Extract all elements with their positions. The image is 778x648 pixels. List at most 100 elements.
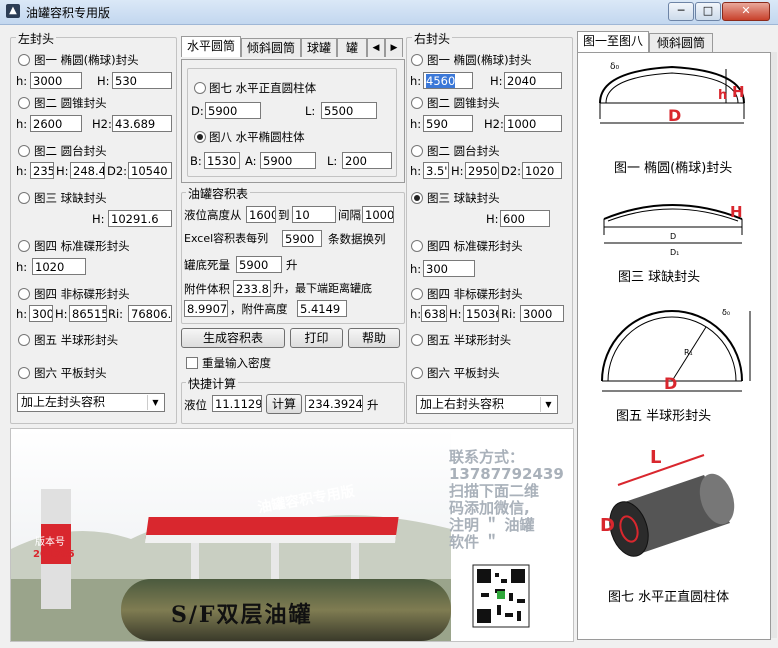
right-opt3-H-input[interactable]: 2950 — [465, 162, 499, 179]
opt8-A-input[interactable]: 5900 — [260, 152, 316, 169]
right-opt7-radio[interactable] — [411, 334, 423, 346]
bottom-dead-label: 罐底死量 — [184, 258, 230, 272]
tab-more[interactable]: 罐 — [337, 38, 367, 57]
right-opt2-H2-input[interactable]: 1000 — [504, 115, 562, 132]
opt7-radio[interactable] — [194, 82, 206, 94]
left-opt4-H-label: H: — [92, 212, 105, 226]
excel-per-column-input[interactable]: 5900 — [282, 230, 322, 247]
tab-inclined-figure[interactable]: 倾斜圆筒 — [649, 33, 713, 52]
right-opt6-radio[interactable] — [411, 288, 423, 300]
left-opt6-radio[interactable] — [18, 288, 30, 300]
banner-contact: 联系方式： 13787792439 扫描下面二维 码添加微信, 注明 ＂ 油罐 … — [449, 449, 569, 551]
left-opt3-h-input[interactable]: 235: — [30, 162, 54, 179]
opt8-B-input[interactable]: 1530 — [204, 152, 240, 169]
fig1-h-label: h — [718, 88, 727, 103]
right-opt8-radio[interactable] — [411, 367, 423, 379]
right-opt4-H-input[interactable]: 600 — [500, 210, 550, 227]
right-opt1-H-input[interactable]: 2040 — [504, 72, 562, 89]
interval-input[interactable]: 1000 — [362, 206, 394, 223]
help-button[interactable]: 帮助 — [348, 328, 400, 348]
right-opt6-label: 图四 非标碟形封头 — [427, 287, 523, 301]
left-opt1-h-input[interactable]: 3000 — [30, 72, 82, 89]
right-opt3-radio[interactable] — [411, 145, 423, 157]
excel-per-column-suffix: 条数据换列 — [328, 232, 386, 246]
generate-table-button[interactable]: 生成容积表 — [181, 328, 285, 348]
attach-height-input[interactable]: 5.4149 — [297, 300, 347, 317]
left-opt2-H2-input[interactable]: 43.689 — [112, 115, 172, 132]
quick-calc-button[interactable]: 计算 — [266, 394, 302, 414]
left-opt4-radio[interactable] — [18, 192, 30, 204]
right-opt1-radio[interactable] — [411, 54, 423, 66]
quick-level-input[interactable]: 11.1129 — [212, 395, 262, 412]
left-opt2-label: 图二 圆锥封头 — [34, 96, 107, 110]
left-opt6-h-input[interactable]: 300 — [29, 305, 53, 322]
left-opt5-h-input[interactable]: 1020 — [32, 258, 86, 275]
right-opt2-h-label: h: — [410, 117, 422, 131]
density-checkbox-label: 重量输入密度 — [202, 356, 271, 370]
right-opt6-Ri-input[interactable]: 3000 — [520, 305, 564, 322]
left-opt2-h-input[interactable]: 2600 — [30, 115, 82, 132]
gallery-scrollbar[interactable] — [771, 52, 777, 638]
right-opt6-h-input[interactable]: 6385 — [421, 305, 447, 322]
contact-line: 扫描下面二维 — [449, 482, 540, 500]
attach-height-label: ，附件高度 — [230, 302, 288, 316]
left-opt6-h-label: h: — [16, 307, 28, 321]
chevron-down-icon[interactable]: ▼ — [147, 395, 163, 410]
chevron-down-icon[interactable]: ▼ — [540, 397, 556, 412]
left-head-combo[interactable]: 加上左封头容积 ▼ — [17, 393, 165, 412]
left-opt3-D2-input[interactable]: 10540 — [128, 162, 172, 179]
right-head-combo[interactable]: 加上右封头容积 ▼ — [416, 395, 558, 414]
opt7-label: 图七 水平正直圆柱体 — [209, 81, 317, 95]
maximize-button[interactable]: □ — [695, 2, 721, 21]
opt8-label: 图八 水平椭圆柱体 — [209, 130, 305, 144]
right-head-title: 右封头 — [412, 30, 453, 47]
tab-figures-1-8[interactable]: 图一至图八 — [577, 31, 649, 52]
left-opt6-H-input[interactable]: 86515. — [69, 305, 107, 322]
right-opt2-radio[interactable] — [411, 97, 423, 109]
left-opt1-radio[interactable] — [18, 54, 30, 66]
minimize-button[interactable]: ─ — [668, 2, 694, 21]
opt8-L-input[interactable]: 200 — [342, 152, 392, 169]
right-opt1-h-input[interactable]: 4560 — [423, 72, 473, 89]
tab-inclined-cylinder[interactable]: 倾斜圆筒 — [241, 38, 301, 57]
left-opt7-radio[interactable] — [18, 334, 30, 346]
density-checkbox[interactable] — [186, 357, 198, 369]
tab-scroll-left-icon[interactable]: ◀ — [367, 38, 385, 57]
close-button[interactable]: ✕ — [722, 2, 770, 21]
tab-scroll-right-icon[interactable]: ▶ — [385, 38, 403, 57]
attach-distance-input[interactable]: 8.9907 — [184, 300, 228, 317]
print-button[interactable]: 打印 — [290, 328, 343, 348]
attach-volume-input[interactable]: 233.8: — [233, 280, 271, 297]
left-opt6-Ri-input[interactable]: 76806.6 — [128, 305, 172, 322]
left-opt5-radio[interactable] — [18, 240, 30, 252]
tab-sphere-tank[interactable]: 球罐 — [301, 38, 337, 57]
opt7-D-input[interactable]: 5900 — [205, 102, 261, 119]
banner-tank-text: S/F双层油罐 — [171, 602, 313, 628]
bottom-dead-unit: 升 — [286, 258, 298, 272]
right-opt6-Ri-label: Ri: — [501, 307, 517, 321]
right-opt6-H-input[interactable]: 150368 — [463, 305, 499, 322]
gallery-panel: D h H δ₀ 图一 椭圆(椭球)封头 D D₁ H 图三 球缺封头 D R₁… — [577, 52, 771, 640]
level-from-input[interactable]: 1600 — [246, 206, 276, 223]
right-opt2-h-input[interactable]: 590 — [423, 115, 473, 132]
right-opt5-radio[interactable] — [411, 240, 423, 252]
right-opt5-h-input[interactable]: 300 — [423, 260, 475, 277]
left-opt8-radio[interactable] — [18, 367, 30, 379]
figure7-horizontal-cylinder: L D — [600, 447, 735, 557]
tab-horizontal-cylinder[interactable]: 水平圆筒 — [181, 36, 241, 57]
banner-version: 201705 — [33, 549, 75, 560]
opt7-L-input[interactable]: 5500 — [321, 102, 377, 119]
left-opt2-radio[interactable] — [18, 97, 30, 109]
attach-volume-label: 附件体积 — [184, 282, 230, 296]
left-opt4-H-input[interactable]: 10291.6 — [108, 210, 172, 227]
right-opt3-D2-input[interactable]: 1020 — [522, 162, 562, 179]
right-opt4-H-label: H: — [486, 212, 499, 226]
right-opt3-h-input[interactable]: 3.5' — [423, 162, 449, 179]
bottom-dead-input[interactable]: 5900 — [236, 256, 282, 273]
opt8-radio[interactable] — [194, 131, 206, 143]
left-opt3-radio[interactable] — [18, 145, 30, 157]
level-to-input[interactable]: 10 — [292, 206, 336, 223]
right-opt4-radio[interactable] — [411, 192, 423, 204]
left-opt3-H-input[interactable]: 248.4 — [70, 162, 105, 179]
left-opt1-H-input[interactable]: 530 — [112, 72, 172, 89]
